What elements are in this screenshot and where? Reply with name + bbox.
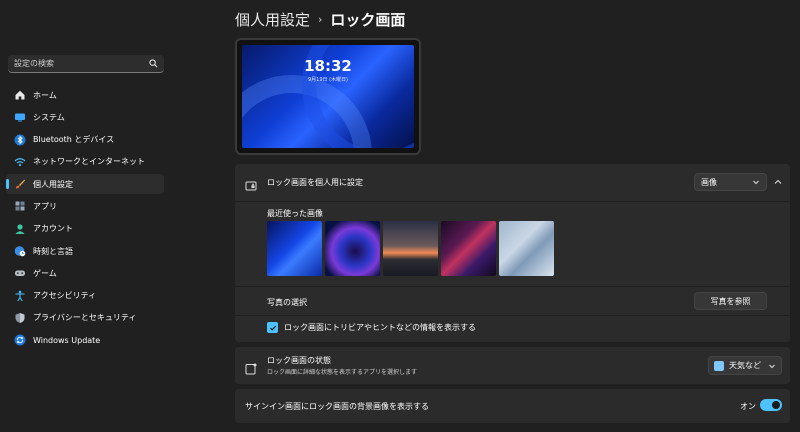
lock-screen-preview: 18:32 9月19日 (木曜日) — [235, 38, 421, 155]
show-fun-facts-label: ロック画面にトリビアやヒントなどの情報を表示する — [284, 323, 476, 332]
recent-image-thumbnail[interactable] — [383, 221, 438, 276]
status-app-dropdown[interactable]: 天気など — [708, 356, 782, 375]
sidebar-item-bluetooth[interactable]: Bluetooth とデバイス — [6, 130, 164, 150]
sidebar: 設定の検索 ホーム システム Bluetooth とデバイス ネットワークとイン… — [0, 0, 172, 432]
sidebar-item-windows-update[interactable]: Windows Update — [6, 330, 164, 350]
home-icon — [14, 89, 26, 101]
sidebar-item-personalization[interactable]: 個人用設定 — [6, 174, 164, 195]
divider — [235, 286, 790, 287]
sidebar-item-label: ゲーム — [33, 268, 57, 278]
divider — [235, 315, 790, 316]
sidebar-item-network[interactable]: ネットワークとインターネット — [6, 152, 164, 172]
background-type-dropdown[interactable]: 画像 — [694, 173, 767, 191]
divider — [235, 201, 790, 202]
weather-icon — [714, 360, 724, 371]
background-type-value: 画像 — [701, 177, 717, 187]
accessibility-icon — [14, 290, 26, 302]
lock-screen-status-description: ロック画面に詳細な状態を表示するアプリを選択します — [267, 369, 418, 376]
personalize-lock-screen-header[interactable]: ロック画面を個人用に設定 画像 — [235, 164, 790, 201]
photo-select-label: 写真の選択 — [267, 298, 307, 307]
signin-background-toggle[interactable] — [760, 399, 782, 411]
brush-icon — [14, 178, 26, 190]
bluetooth-icon — [14, 134, 26, 146]
sidebar-item-label: プライバシーとセキュリティ — [33, 313, 137, 323]
lock-screen-icon — [245, 177, 257, 191]
signin-background-card: サインイン画面にロック画面の背景画像を表示する オン — [235, 389, 790, 423]
breadcrumb: 個人用設定 › ロック画面 — [235, 8, 405, 30]
show-fun-facts-checkbox[interactable] — [267, 322, 278, 333]
sidebar-item-label: アプリ — [33, 201, 57, 211]
sidebar-item-label: 個人用設定 — [33, 179, 73, 189]
sidebar-item-label: ホーム — [33, 90, 57, 100]
sidebar-item-accessibility[interactable]: アクセシビリティ — [6, 286, 164, 306]
system-icon — [14, 111, 26, 123]
sidebar-item-system[interactable]: システム — [6, 107, 164, 127]
toggle-state-label: オン — [740, 402, 756, 411]
search-icon[interactable] — [148, 59, 158, 69]
sidebar-item-privacy[interactable]: プライバシーとセキュリティ — [6, 308, 164, 328]
sidebar-nav: ホーム システム Bluetooth とデバイス ネットワークとインターネット — [6, 85, 164, 353]
sidebar-item-label: 時刻と言語 — [33, 246, 73, 256]
signin-background-title: サインイン画面にロック画面の背景画像を表示する — [245, 402, 429, 411]
sidebar-item-label: アクセシビリティ — [33, 291, 97, 301]
gamepad-icon — [14, 267, 26, 279]
browse-photos-button[interactable]: 写真を参照 — [694, 292, 767, 310]
toggle-knob — [772, 401, 780, 409]
preview-date: 9月19日 (木曜日) — [307, 77, 349, 83]
sidebar-item-label: Bluetooth とデバイス — [33, 135, 115, 145]
recent-images-title: 最近使った画像 — [267, 209, 323, 218]
personalize-lock-screen-card: ロック画面を個人用に設定 画像 最近使った画像 写真の選択 写真を参照 ロック画… — [235, 164, 790, 342]
show-fun-facts-option[interactable]: ロック画面にトリビアやヒントなどの情報を表示する — [267, 322, 476, 333]
sidebar-item-time-language[interactable]: 時刻と言語 — [6, 241, 164, 261]
recent-image-thumbnail[interactable] — [267, 221, 322, 276]
status-app-value: 天気など — [729, 361, 761, 370]
search-box[interactable]: 設定の検索 — [8, 55, 164, 73]
search-input[interactable]: 設定の検索 — [14, 58, 148, 69]
sidebar-item-gaming[interactable]: ゲーム — [6, 263, 164, 283]
lock-screen-preview-image: 18:32 9月19日 (木曜日) — [242, 45, 414, 148]
sidebar-item-home[interactable]: ホーム — [6, 85, 164, 105]
shield-icon — [14, 312, 26, 324]
chevron-down-icon — [752, 178, 760, 186]
breadcrumb-separator: › — [318, 12, 323, 26]
lock-screen-status-card: ロック画面の状態 ロック画面に詳細な状態を表示するアプリを選択します 天気など — [235, 347, 790, 384]
recent-image-thumbnail[interactable] — [325, 221, 380, 276]
status-app-icon — [245, 360, 257, 375]
chevron-down-icon — [768, 362, 776, 370]
globe-clock-icon — [14, 245, 26, 257]
sidebar-item-label: アカウント — [33, 224, 73, 234]
sidebar-item-apps[interactable]: アプリ — [6, 196, 164, 216]
breadcrumb-parent[interactable]: 個人用設定 — [235, 9, 310, 30]
sidebar-item-accounts[interactable]: アカウント — [6, 219, 164, 239]
personalize-lock-screen-title: ロック画面を個人用に設定 — [267, 178, 363, 187]
account-icon — [14, 223, 26, 235]
recent-image-thumbnail[interactable] — [441, 221, 496, 276]
chevron-up-icon[interactable] — [772, 176, 784, 188]
page-title: ロック画面 — [330, 10, 406, 29]
wifi-icon — [14, 156, 26, 168]
sidebar-item-label: ネットワークとインターネット — [33, 157, 145, 167]
preview-time: 18:32 — [304, 57, 352, 75]
sidebar-item-label: システム — [33, 112, 65, 122]
settings-window: 設定の検索 ホーム システム Bluetooth とデバイス ネットワークとイン… — [0, 0, 800, 432]
sidebar-item-label: Windows Update — [33, 335, 101, 345]
update-icon — [14, 334, 26, 346]
lock-screen-status-title: ロック画面の状態 — [267, 356, 331, 365]
recent-images-list — [267, 221, 554, 276]
apps-icon — [14, 200, 26, 212]
recent-image-thumbnail[interactable] — [499, 221, 554, 276]
